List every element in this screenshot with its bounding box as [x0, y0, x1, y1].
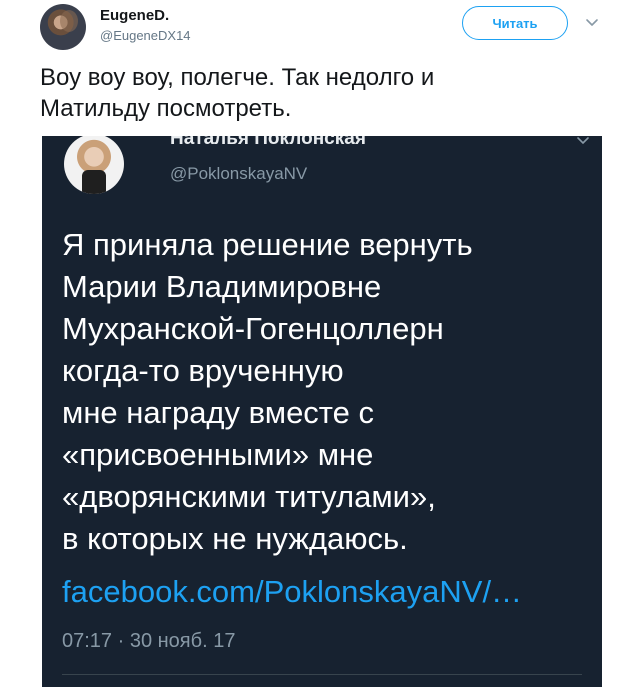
- author-handle[interactable]: @EugeneDX14: [100, 28, 191, 43]
- author-display-name[interactable]: EugeneD.: [100, 7, 169, 24]
- embedded-author-handle: @PoklonskayaNV: [170, 164, 308, 183]
- embedded-chevron-down-icon: [577, 137, 589, 145]
- follow-button[interactable]: Читать: [462, 6, 568, 40]
- tweet-text: Воу воу воу, полегче. Так недолго и Мати…: [40, 64, 435, 122]
- embedded-screenshot-image[interactable]: Наталья Поклонская @PoklonskayaNV Я прин…: [42, 136, 602, 687]
- embedded-link: facebook.com/PoklonskayaNV/…: [62, 574, 523, 609]
- embedded-author-avatar: [64, 136, 124, 194]
- chevron-down-icon[interactable]: [584, 14, 600, 30]
- author-avatar[interactable]: [40, 4, 86, 50]
- embedded-divider: [62, 674, 582, 675]
- tweet-card: EugeneD. @EugeneDX14 Читать Воу воу воу,…: [0, 0, 641, 687]
- embedded-timestamp: 07:17 · 30 нояб. 17: [62, 630, 236, 652]
- embedded-author-name: Наталья Поклонская: [170, 136, 366, 149]
- embedded-tweet-text: Я приняла решение вернуть Марии Владимир…: [62, 227, 473, 556]
